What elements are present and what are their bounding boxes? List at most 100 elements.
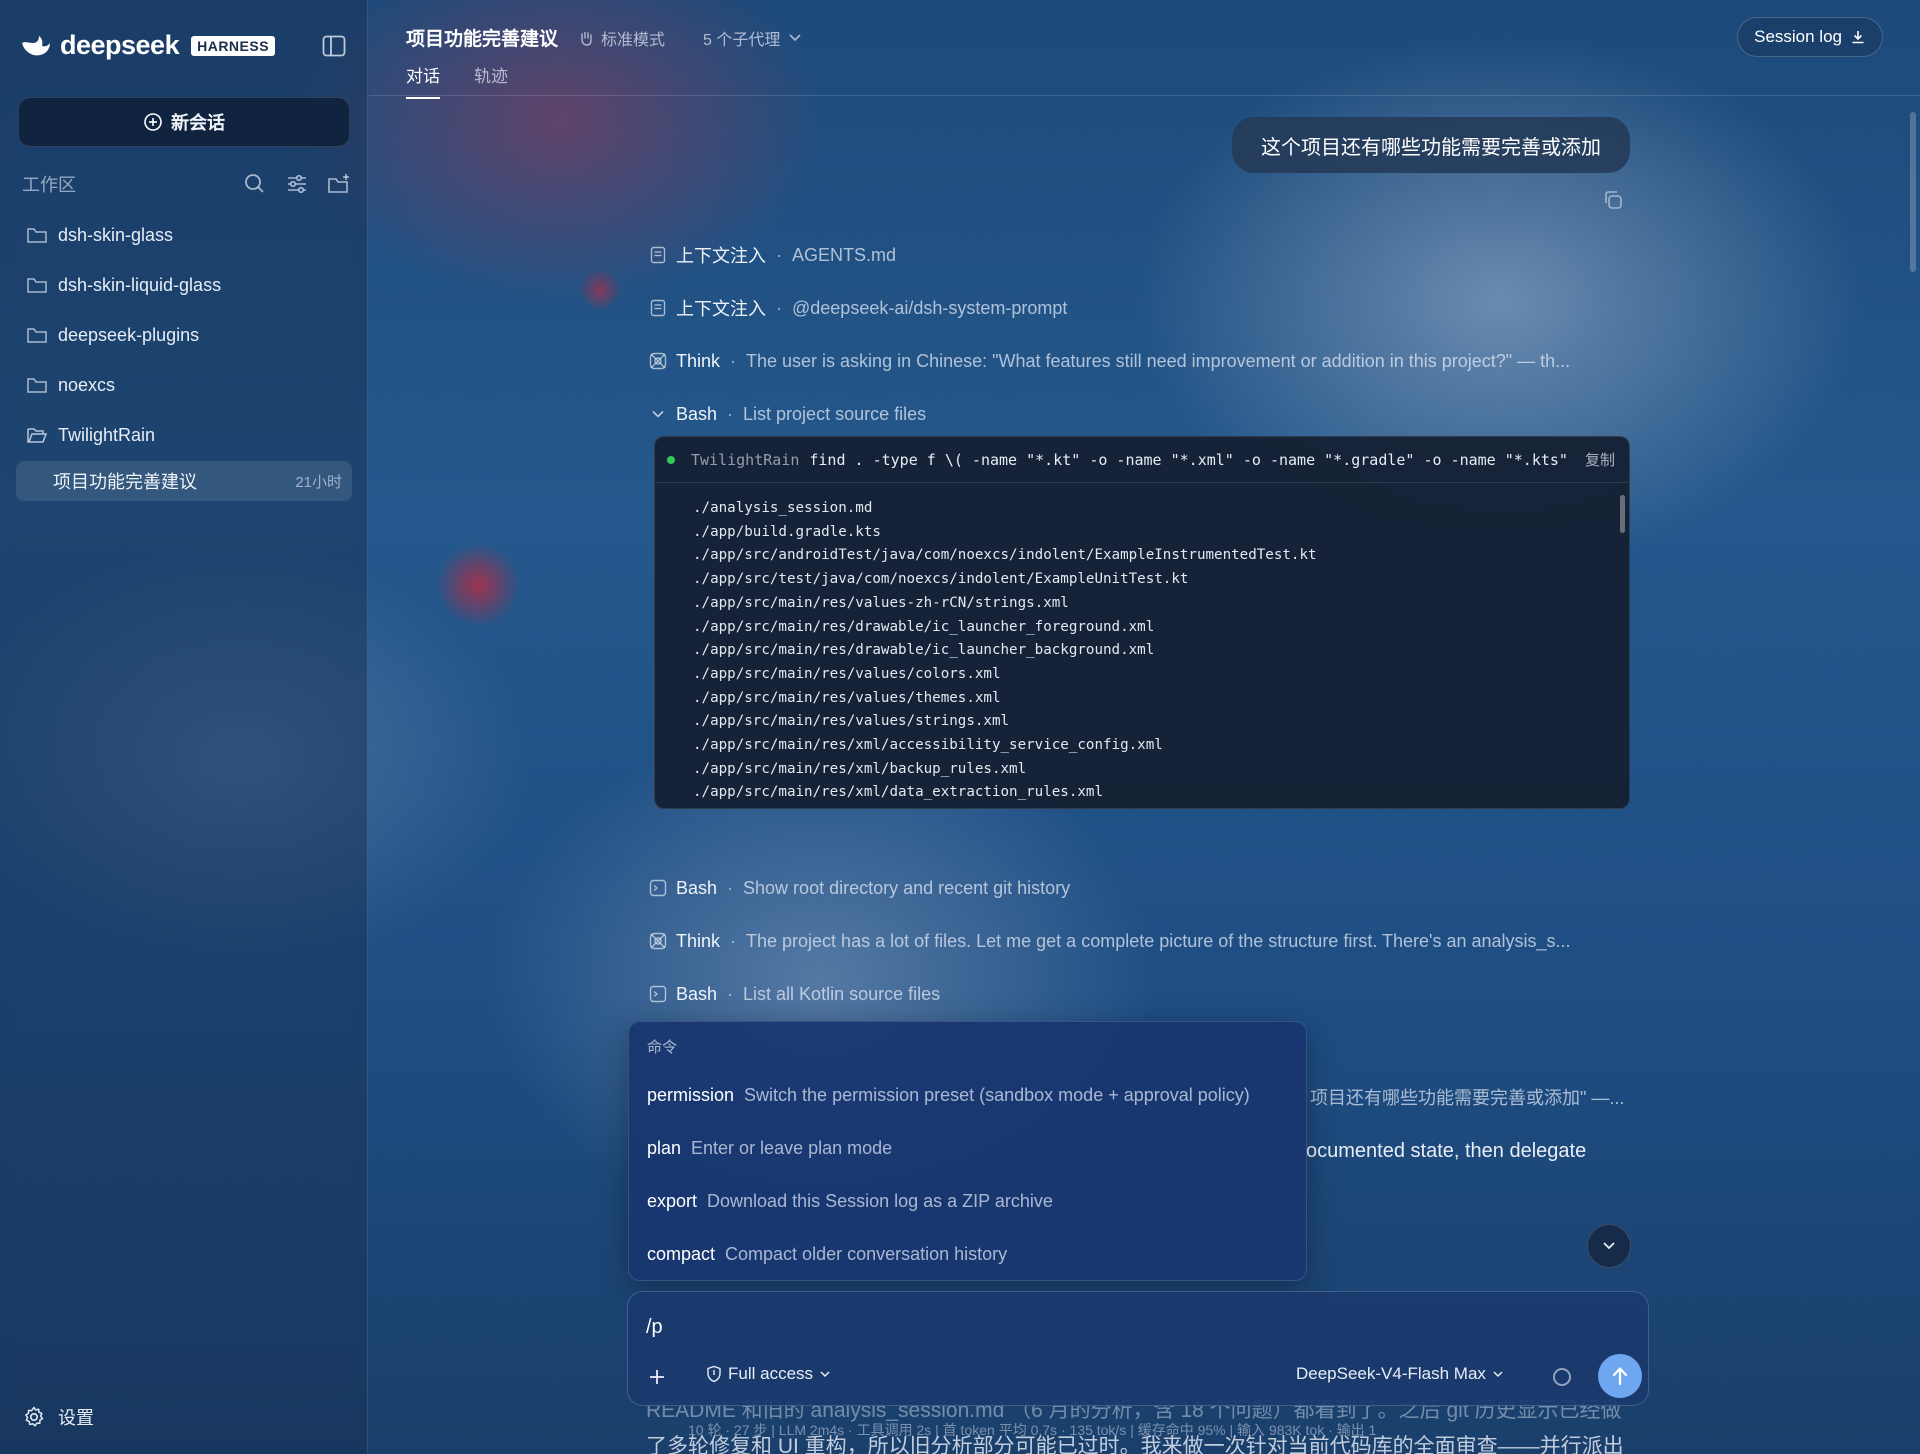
new-folder-icon[interactable] — [326, 172, 352, 196]
step-detail: The user is asking in Chinese: "What fea… — [746, 350, 1571, 371]
step-context-injection: 上下文注入 · @deepseek-ai/dsh-system-prompt — [648, 294, 1067, 322]
step-kind: Bash — [676, 877, 718, 898]
terminal-icon — [648, 878, 668, 898]
terminal-scrollbar[interactable] — [1620, 495, 1625, 533]
step-separator: · — [727, 983, 734, 1004]
step-bash[interactable]: Bash · Show root directory and recent gi… — [648, 874, 1070, 902]
new-chat-label: 新会话 — [171, 113, 225, 133]
terminal-body: ./analysis_session.md ./app/build.gradle… — [655, 483, 1629, 805]
step-separator: · — [727, 403, 734, 424]
run-stats: 10 轮 · 27 步 | LLM 2m4s · 工具调用 2s | 首 tok… — [688, 1422, 1377, 1438]
settings-button[interactable]: 设置 — [22, 1404, 94, 1430]
terminal-line: ./app/src/main/res/xml/accessibility_ser… — [693, 737, 1163, 754]
settings-label: 设置 — [58, 1408, 94, 1428]
step-kind: Think — [676, 930, 721, 951]
step-detail: List project source files — [743, 403, 927, 424]
workspace-item[interactable]: TwilightRain — [16, 410, 352, 460]
folder-icon — [27, 228, 47, 243]
terminal-cwd: TwilightRain — [691, 450, 800, 469]
workspace-item[interactable]: dsh-skin-liquid-glass — [16, 260, 352, 310]
workspace-item[interactable]: noexcs — [16, 360, 352, 410]
terminal-line: ./app/src/androidTest/java/com/noexcs/in… — [693, 547, 1317, 564]
whale-logo-icon — [22, 35, 50, 55]
send-button[interactable] — [1598, 1354, 1642, 1398]
command-desc: Enter or leave plan mode — [691, 1137, 893, 1158]
plus-circle-icon — [144, 113, 162, 131]
mode-indicator[interactable]: 标准模式 — [577, 26, 665, 50]
terminal-line: ./app/src/main/res/xml/backup_rules.xml — [693, 760, 1027, 777]
command-desc: Download this Session log as a ZIP archi… — [707, 1190, 1053, 1211]
step-separator: · — [730, 930, 737, 951]
workspace-list: dsh-skin-glass dsh-skin-liquid-glass dee… — [16, 210, 352, 460]
step-separator: · — [776, 244, 782, 265]
plus-icon[interactable] — [646, 1366, 668, 1388]
command-name: plan — [647, 1137, 682, 1158]
subagents-dropdown[interactable]: 5 个子代理 — [703, 26, 802, 50]
terminal-line: ./app/src/main/res/drawable/ic_launcher_… — [693, 618, 1155, 635]
workspace-item[interactable]: dsh-skin-glass — [16, 210, 352, 260]
main-scrollbar[interactable] — [1910, 112, 1916, 272]
workspace-name: dsh-skin-glass — [58, 224, 174, 245]
command-item-permission[interactable]: permission Switch the permission preset … — [647, 1080, 1250, 1110]
command-item-export[interactable]: export Download this Session log as a ZI… — [647, 1186, 1053, 1216]
step-kind: 上下文注入 — [676, 246, 766, 266]
search-icon[interactable] — [242, 172, 268, 196]
step-think[interactable]: Think · The project has a lot of files. … — [648, 927, 1571, 955]
copy-icon[interactable] — [1601, 188, 1625, 212]
download-icon — [1852, 31, 1864, 44]
command-name: export — [647, 1190, 698, 1211]
workspace-name: deepseek-plugins — [58, 324, 200, 345]
new-chat-button[interactable]: 新会话 — [18, 97, 350, 147]
status-dot — [667, 455, 675, 464]
folder-icon — [27, 378, 47, 393]
brain-icon — [648, 931, 668, 951]
mode-label: 标准模式 — [601, 32, 666, 49]
message-input[interactable] — [646, 1312, 1626, 1342]
step-context-injection: 上下文注入 · AGENTS.md — [648, 241, 896, 269]
terminal-line: ./app/build.gradle.kts — [693, 523, 881, 540]
scroll-to-bottom-button[interactable] — [1587, 1224, 1631, 1268]
copy-button[interactable]: 复制 — [1585, 449, 1615, 470]
command-item-compact[interactable]: compact Compact older conversation histo… — [647, 1239, 1007, 1269]
document-icon — [648, 245, 668, 265]
tab-conversation[interactable]: 对话 — [406, 62, 440, 99]
permission-dropdown[interactable]: Full access — [706, 1364, 831, 1384]
shield-icon — [707, 1365, 721, 1383]
command-name: permission — [647, 1084, 735, 1105]
command-name: compact — [647, 1243, 716, 1264]
chevron-down-icon — [1493, 1371, 1503, 1378]
hand-icon — [581, 31, 592, 46]
user-message: 这个项目还有哪些功能需要完善或添加 — [1232, 117, 1630, 173]
terminal-output[interactable]: TwilightRain find . -type f \( -name "*.… — [654, 436, 1630, 809]
step-bash[interactable]: Bash · List all Kotlin source files — [648, 980, 940, 1008]
document-icon — [648, 298, 668, 318]
step-think[interactable]: Think · The user is asking in Chinese: "… — [648, 347, 1570, 375]
session-log-button[interactable]: Session log — [1737, 17, 1883, 57]
brand-name: deepseek — [60, 30, 180, 60]
session-log-label: Session log — [1754, 27, 1842, 46]
model-dropdown[interactable]: DeepSeek-V4-Flash Max — [1296, 1364, 1504, 1384]
workspace-item[interactable]: deepseek-plugins — [16, 310, 352, 360]
arrow-up-icon — [1612, 1367, 1628, 1386]
harness-badge: HARNESS — [191, 35, 276, 56]
terminal-line: ./app/src/main/res/xml/data_extraction_r… — [693, 784, 1103, 801]
partial-think-text: 项目还有哪些功能需要完善或添加" —... — [1310, 1088, 1625, 1108]
sidebar-toggle-icon[interactable] — [322, 35, 346, 57]
brand[interactable]: deepseek HARNESS — [20, 30, 276, 61]
step-detail: Show root directory and recent git histo… — [743, 877, 1071, 898]
session-age: 21小时 — [295, 473, 342, 491]
folder-icon — [27, 278, 47, 293]
terminal-line: ./app/src/main/res/values/colors.xml — [693, 665, 1001, 682]
gear-icon — [25, 1406, 44, 1427]
session-item-active[interactable]: 项目功能完善建议 21小时 — [16, 461, 352, 501]
terminal-line: ./analysis_session.md — [693, 500, 873, 516]
context-usage-ring-icon[interactable] — [1553, 1368, 1571, 1386]
filter-sliders-icon[interactable] — [284, 172, 310, 196]
topbar: 项目功能完善建议 标准模式 5 个子代理 对话 轨迹 Session log — [369, 0, 1920, 99]
composer: Full access DeepSeek-V4-Flash Max — [627, 1291, 1649, 1406]
terminal-header: TwilightRain find . -type f \( -name "*.… — [655, 437, 1629, 483]
sidebar: deepseek HARNESS 新会话 工作区 dsh-skin-glass … — [0, 0, 368, 1454]
step-bash-expanded[interactable]: Bash · List project source files — [648, 400, 926, 428]
command-item-plan[interactable]: plan Enter or leave plan mode — [647, 1133, 892, 1163]
tab-trajectory[interactable]: 轨迹 — [474, 62, 508, 99]
